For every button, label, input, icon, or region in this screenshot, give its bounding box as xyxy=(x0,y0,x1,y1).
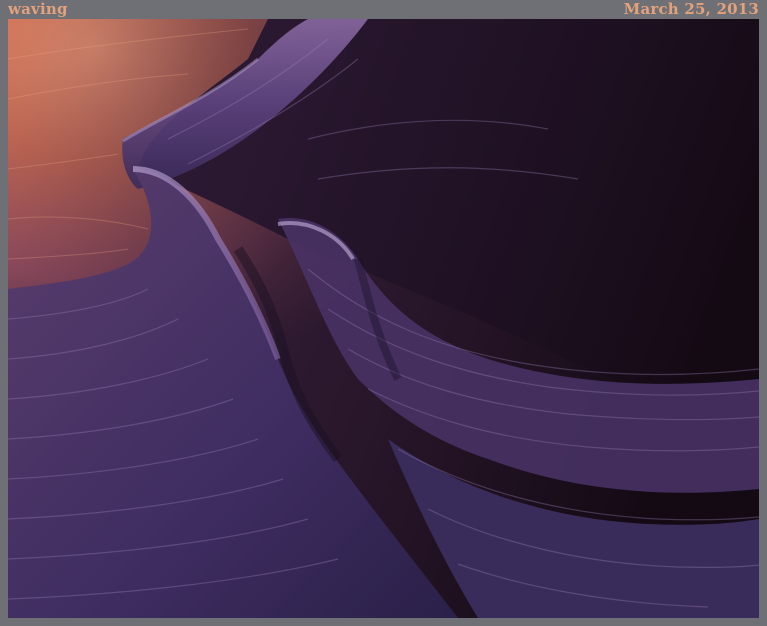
canyon-photo xyxy=(8,19,759,618)
canyon-photo-icon xyxy=(8,19,759,618)
photo-date: March 25, 2013 xyxy=(623,0,759,18)
photo-title: waving xyxy=(8,0,68,18)
photo-frame: waving March 25, 2013 xyxy=(0,0,767,626)
